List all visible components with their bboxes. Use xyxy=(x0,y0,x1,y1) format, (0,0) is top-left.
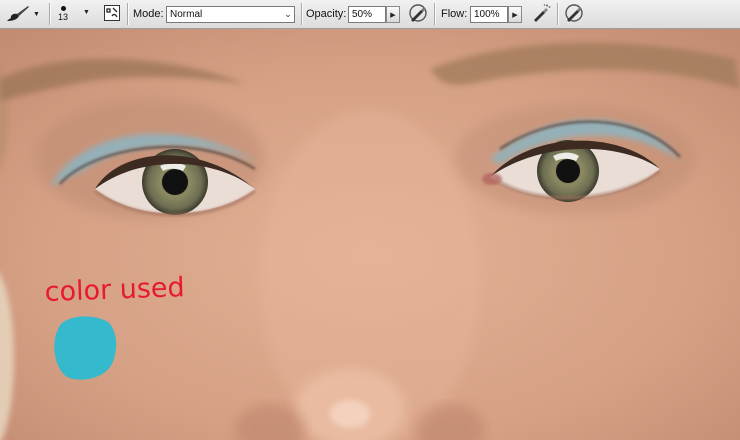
divider xyxy=(127,3,128,25)
flow-slider-button[interactable]: ▶ xyxy=(508,6,522,23)
flow-input[interactable]: 100% xyxy=(470,6,508,23)
opacity-input[interactable]: 50% xyxy=(348,6,386,23)
brush-panel-icon xyxy=(103,4,121,25)
annotation-text: color used xyxy=(44,272,185,308)
color-swatch xyxy=(54,316,117,380)
divider xyxy=(49,3,50,25)
pressure-size-icon xyxy=(564,3,584,26)
chevron-right-icon: ▶ xyxy=(390,11,396,19)
brush-preset-picker[interactable]: 13 xyxy=(58,0,68,28)
airbrush-button[interactable] xyxy=(531,3,551,26)
brush-preset-icon xyxy=(60,6,66,11)
divider xyxy=(557,3,558,25)
chevron-down-icon: ⌄ xyxy=(284,9,292,19)
brush-panel-button[interactable] xyxy=(102,4,122,24)
divider xyxy=(434,3,435,25)
brush-preset-dropdown[interactable]: ▼ xyxy=(83,9,90,16)
airbrush-icon xyxy=(531,3,551,26)
flow-value: 100% xyxy=(474,9,500,20)
pressure-opacity-icon xyxy=(408,3,428,26)
opacity-label: Opacity: xyxy=(306,8,347,20)
flow-label: Flow: xyxy=(441,8,468,20)
divider xyxy=(301,3,302,25)
photo-face-closeup: color used xyxy=(0,29,740,440)
opacity-slider-button[interactable]: ▶ xyxy=(386,6,400,23)
document-canvas[interactable]: color used xyxy=(0,29,740,440)
chevron-down-icon: ▼ xyxy=(33,10,40,18)
brush-size-readout: 13 xyxy=(58,12,69,22)
tool-preset-picker[interactable]: ▼ xyxy=(6,0,40,28)
chevron-right-icon: ▶ xyxy=(512,11,518,19)
mode-label: Mode: xyxy=(133,8,164,20)
pressure-opacity-button[interactable] xyxy=(408,3,428,26)
blend-mode-value: Normal xyxy=(170,9,203,20)
options-bar: ▼ 13 ▼ Mode: Normal ⌄ Opacity: 50% ▶ Flo… xyxy=(0,0,740,29)
pressure-size-button[interactable] xyxy=(564,3,584,26)
brush-tool-icon xyxy=(6,4,30,25)
opacity-value: 50% xyxy=(352,9,373,20)
blend-mode-select[interactable]: Normal ⌄ xyxy=(166,6,295,23)
